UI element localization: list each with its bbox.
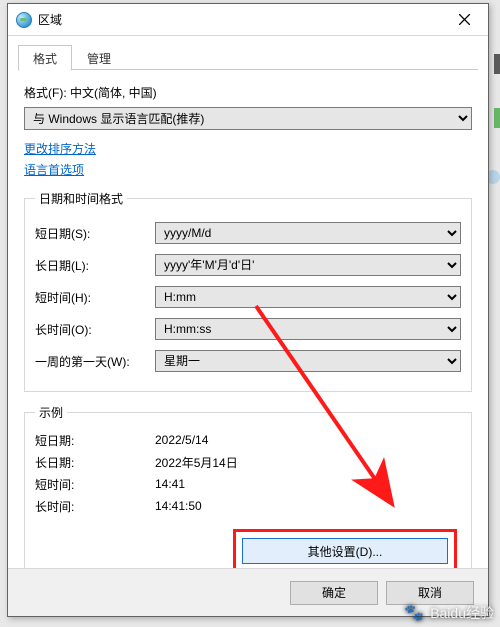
row-long-time: 长时间(O): H:mm:ss — [35, 315, 461, 343]
link-sort-method[interactable]: 更改排序方法 — [24, 140, 472, 157]
select-short-time[interactable]: H:mm — [155, 286, 461, 308]
cancel-button[interactable]: 取消 — [386, 581, 474, 605]
example-value-short-time: 14:41 — [155, 477, 185, 491]
row-first-day: 一周的第一天(W): 星期一 — [35, 347, 461, 375]
label-first-day: 一周的第一天(W): — [35, 353, 155, 370]
example-label-long-time: 长时间: — [35, 498, 155, 515]
links-area: 更改排序方法 语言首选项 — [24, 140, 472, 178]
watermark: 🐾 Baidu经验 — [404, 603, 494, 623]
titlebar: 区域 — [8, 4, 488, 36]
dialog-body: 格式 管理 格式(F): 中文(简体, 中国) 与 Windows 显示语言匹配… — [8, 36, 488, 610]
row-short-date: 短日期(S): yyyy/M/d — [35, 219, 461, 247]
example-label-long-date: 长日期: — [35, 454, 155, 471]
label-long-time: 长时间(O): — [35, 321, 155, 338]
ok-button[interactable]: 确定 — [290, 581, 378, 605]
close-icon — [459, 14, 470, 25]
format-dropdown[interactable]: 与 Windows 显示语言匹配(推荐) — [24, 107, 472, 130]
example-label-short-date: 短日期: — [35, 432, 155, 449]
example-value-long-date: 2022年5月14日 — [155, 454, 238, 471]
external-decor — [494, 54, 500, 74]
select-long-date[interactable]: yyyy'年'M'月'd'日' — [155, 254, 461, 276]
format-panel: 格式(F): 中文(简体, 中国) 与 Windows 显示语言匹配(推荐) 更… — [18, 70, 478, 600]
example-long-time: 长时间: 14:41:50 — [35, 495, 461, 517]
example-short-time: 短时间: 14:41 — [35, 473, 461, 495]
link-language-prefs[interactable]: 语言首选项 — [24, 161, 472, 178]
tab-format[interactable]: 格式 — [18, 45, 72, 71]
datetime-format-group: 日期和时间格式 短日期(S): yyyy/M/d 长日期(L): yyyy'年'… — [24, 190, 472, 392]
row-long-date: 长日期(L): yyyy'年'M'月'd'日' — [35, 251, 461, 279]
select-long-time[interactable]: H:mm:ss — [155, 318, 461, 340]
datetime-format-legend: 日期和时间格式 — [35, 190, 127, 207]
watermark-text: Baidu经验 — [430, 603, 494, 623]
label-short-date: 短日期(S): — [35, 225, 155, 242]
example-value-long-time: 14:41:50 — [155, 499, 202, 513]
tab-admin[interactable]: 管理 — [72, 45, 126, 71]
examples-legend: 示例 — [35, 404, 67, 421]
paw-icon: 🐾 — [404, 603, 424, 623]
annotation-highlight-box: 其他设置(D)... — [233, 529, 457, 573]
label-long-date: 长日期(L): — [35, 257, 155, 274]
select-first-day[interactable]: 星期一 — [155, 350, 461, 372]
close-button[interactable] — [442, 5, 486, 35]
example-short-date: 短日期: 2022/5/14 — [35, 429, 461, 451]
examples-group: 示例 短日期: 2022/5/14 长日期: 2022年5月14日 短时间: 1… — [24, 404, 472, 592]
region-dialog: 区域 格式 管理 格式(F): 中文(简体, 中国) 与 Windows 显示语… — [7, 3, 489, 617]
label-short-time: 短时间(H): — [35, 289, 155, 306]
example-value-short-date: 2022/5/14 — [155, 433, 208, 447]
example-label-short-time: 短时间: — [35, 476, 155, 493]
row-short-time: 短时间(H): H:mm — [35, 283, 461, 311]
select-short-date[interactable]: yyyy/M/d — [155, 222, 461, 244]
tab-strip: 格式 管理 — [18, 44, 478, 70]
additional-settings-button[interactable]: 其他设置(D)... — [242, 538, 448, 564]
external-decor — [494, 108, 500, 128]
format-label: 格式(F): 中文(简体, 中国) — [24, 84, 472, 101]
example-long-date: 长日期: 2022年5月14日 — [35, 451, 461, 473]
window-title: 区域 — [38, 11, 442, 28]
globe-icon — [16, 12, 32, 28]
